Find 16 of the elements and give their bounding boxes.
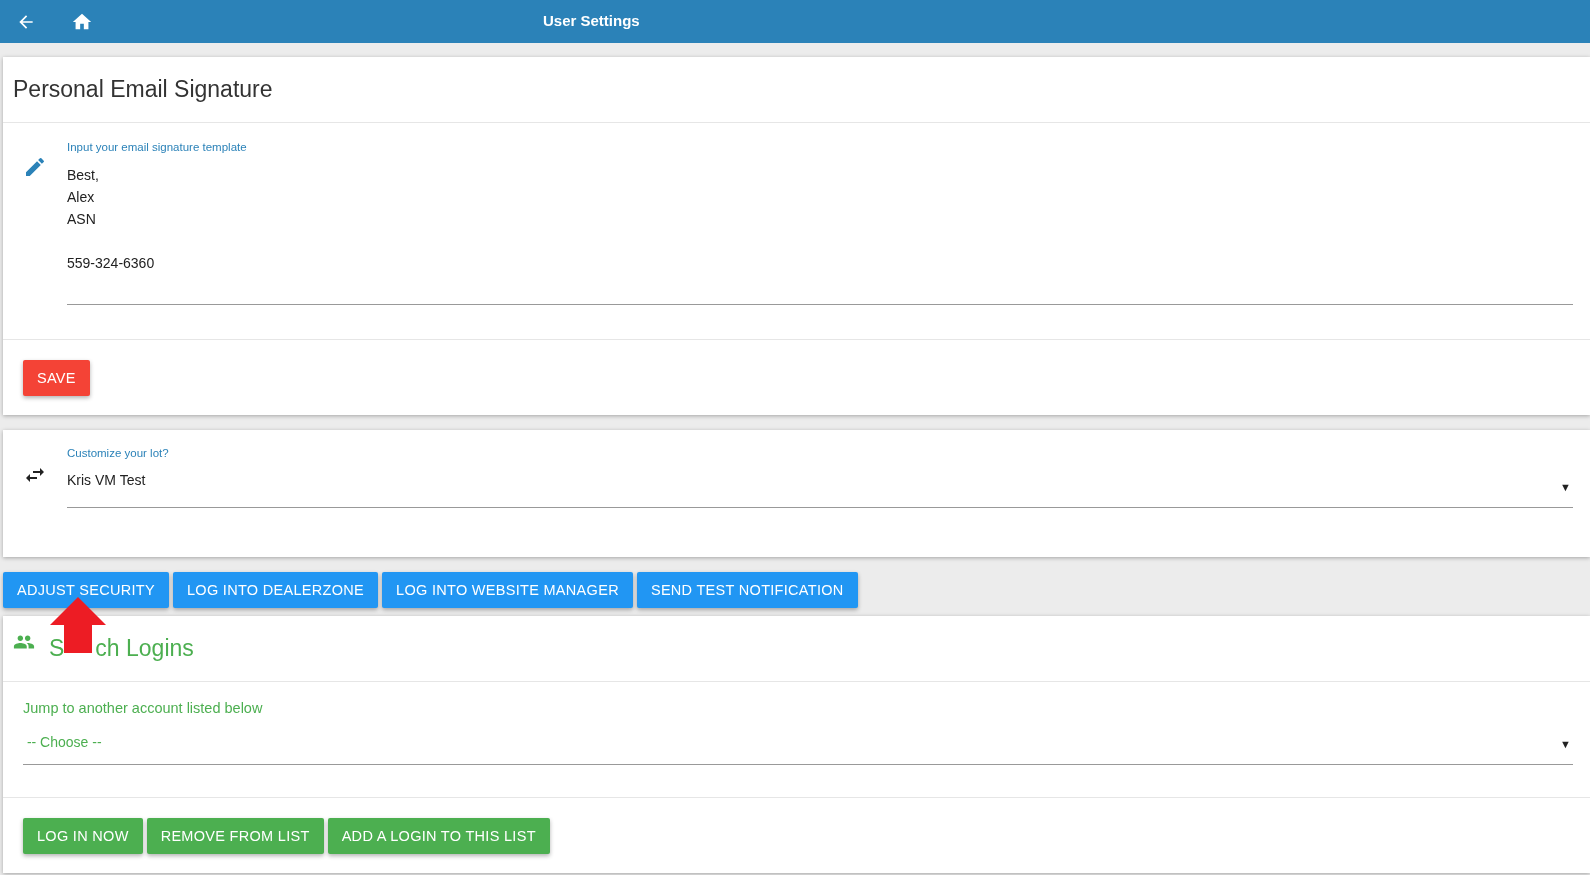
login-button[interactable]: ADD A LOGIN TO THIS LIST (327, 818, 550, 854)
card-title: S (49, 635, 65, 662)
signature-field[interactable]: Input your email signature template Best, Alex ASN 559-324-6360 (67, 141, 1573, 305)
action-button[interactable]: LOG INTO WEBSITE MANAGER (382, 572, 633, 608)
action-button[interactable]: LOG INTO DEALERZONE (173, 572, 379, 608)
login-button[interactable]: LOG IN NOW (23, 818, 143, 854)
action-button[interactable]: ADJUST SECURITY (3, 572, 169, 608)
save-button[interactable]: SAVE (23, 360, 90, 396)
card-title: Personal Email Signature (13, 76, 273, 103)
card-title: ch Logins (95, 635, 194, 662)
page-title: User Settings (543, 12, 640, 29)
login-button[interactable]: REMOVE FROM LIST (146, 818, 324, 854)
action-button[interactable]: SEND TEST NOTIFICATION (636, 572, 858, 608)
account-select[interactable]: Jump to another account listed below -- Choose -- ▼ (23, 700, 1573, 765)
pencil-icon (23, 155, 47, 179)
lot-select[interactable]: Customize your lot? Kris VM Test ▼ (67, 447, 1573, 508)
